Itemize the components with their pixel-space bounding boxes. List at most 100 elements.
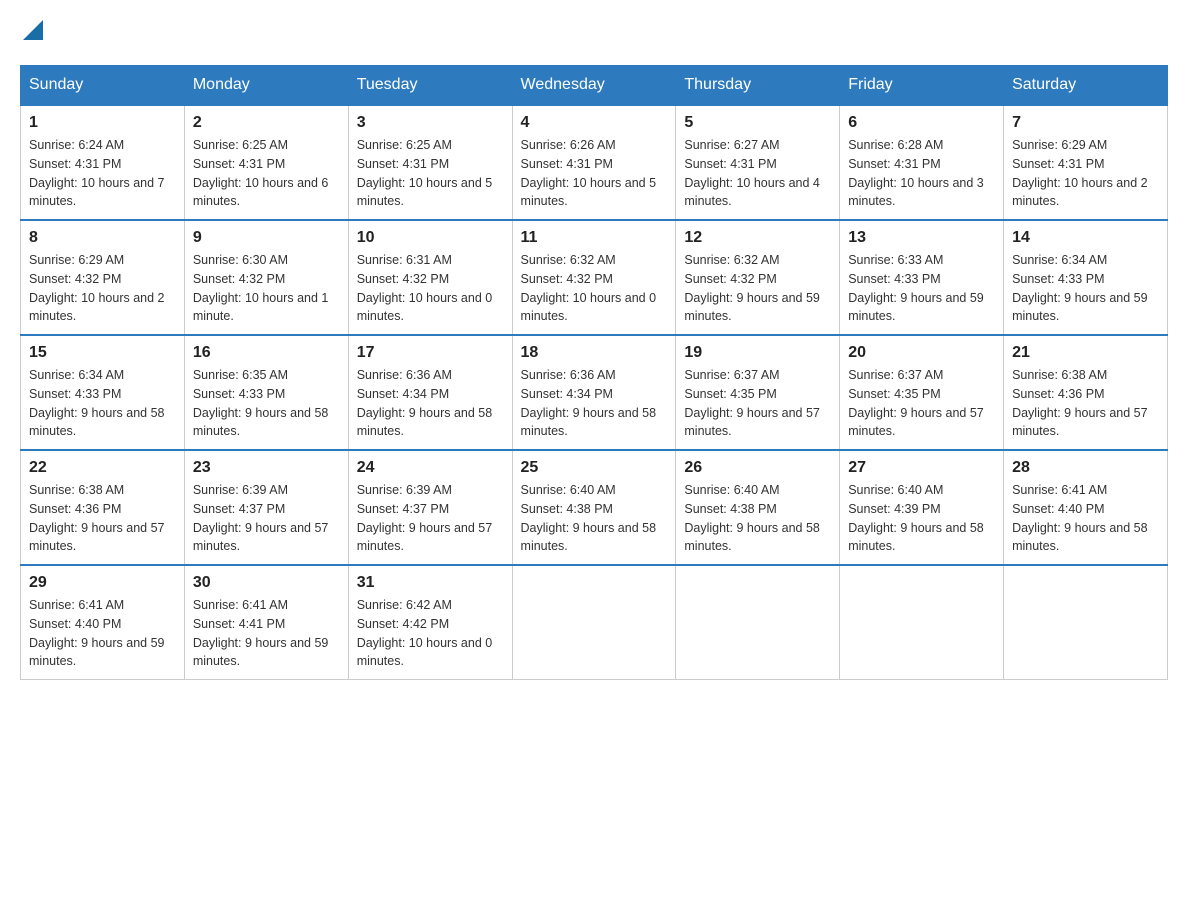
day-info: Sunrise: 6:25 AMSunset: 4:31 PMDaylight:… bbox=[357, 136, 504, 211]
week-row-3: 15Sunrise: 6:34 AMSunset: 4:33 PMDayligh… bbox=[21, 335, 1168, 450]
day-number: 11 bbox=[521, 229, 668, 247]
day-number: 9 bbox=[193, 229, 340, 247]
day-info: Sunrise: 6:40 AMSunset: 4:39 PMDaylight:… bbox=[848, 481, 995, 556]
day-number: 2 bbox=[193, 114, 340, 132]
calendar-cell: 25 Sunrise: 6:40 AMSunset: 4:38 PMDayligh… bbox=[512, 450, 676, 565]
calendar-cell: 14Sunrise: 6:34 AMSunset: 4:33 PMDayligh… bbox=[1004, 220, 1168, 335]
calendar-cell: 1Sunrise: 6:24 AMSunset: 4:31 PMDaylight… bbox=[21, 105, 185, 220]
calendar-cell: 4 Sunrise: 6:26 AMSunset: 4:31 PMDaylight… bbox=[512, 105, 676, 220]
col-header-friday: Friday bbox=[840, 66, 1004, 106]
day-number: 4 bbox=[521, 114, 668, 132]
day-number: 14 bbox=[1012, 229, 1159, 247]
day-number: 28 bbox=[1012, 459, 1159, 477]
col-header-saturday: Saturday bbox=[1004, 66, 1168, 106]
calendar-cell bbox=[512, 565, 676, 680]
day-number: 1 bbox=[29, 114, 176, 132]
week-row-2: 8 Sunrise: 6:29 AMSunset: 4:32 PMDaylight… bbox=[21, 220, 1168, 335]
day-number: 3 bbox=[357, 114, 504, 132]
calendar-table: SundayMondayTuesdayWednesdayThursdayFrid… bbox=[20, 65, 1168, 680]
week-row-4: 22 Sunrise: 6:38 AMSunset: 4:36 PMDayligh… bbox=[21, 450, 1168, 565]
calendar-cell: 8 Sunrise: 6:29 AMSunset: 4:32 PMDaylight… bbox=[21, 220, 185, 335]
logo-triangle-icon bbox=[23, 20, 43, 40]
calendar-cell: 28 Sunrise: 6:41 AMSunset: 4:40 PMDayligh… bbox=[1004, 450, 1168, 565]
day-info: Sunrise: 6:31 AMSunset: 4:32 PMDaylight:… bbox=[357, 251, 504, 326]
col-header-monday: Monday bbox=[184, 66, 348, 106]
calendar-cell: 20 Sunrise: 6:37 AMSunset: 4:35 PMDayligh… bbox=[840, 335, 1004, 450]
day-info: Sunrise: 6:35 AMSunset: 4:33 PMDaylight:… bbox=[193, 366, 340, 441]
day-info: Sunrise: 6:36 AMSunset: 4:34 PMDaylight:… bbox=[357, 366, 504, 441]
calendar-cell: 24Sunrise: 6:39 AMSunset: 4:37 PMDayligh… bbox=[348, 450, 512, 565]
calendar-cell bbox=[676, 565, 840, 680]
day-number: 15 bbox=[29, 344, 176, 362]
day-info: Sunrise: 6:41 AMSunset: 4:41 PMDaylight:… bbox=[193, 596, 340, 671]
calendar-cell: 27 Sunrise: 6:40 AMSunset: 4:39 PMDayligh… bbox=[840, 450, 1004, 565]
day-info: Sunrise: 6:37 AMSunset: 4:35 PMDaylight:… bbox=[684, 366, 831, 441]
day-number: 16 bbox=[193, 344, 340, 362]
day-info: Sunrise: 6:32 AMSunset: 4:32 PMDaylight:… bbox=[521, 251, 668, 326]
day-info: Sunrise: 6:25 AMSunset: 4:31 PMDaylight:… bbox=[193, 136, 340, 211]
day-info: Sunrise: 6:28 AMSunset: 4:31 PMDaylight:… bbox=[848, 136, 995, 211]
day-number: 20 bbox=[848, 344, 995, 362]
col-header-sunday: Sunday bbox=[21, 66, 185, 106]
day-number: 31 bbox=[357, 574, 504, 592]
day-number: 8 bbox=[29, 229, 176, 247]
day-info: Sunrise: 6:33 AMSunset: 4:33 PMDaylight:… bbox=[848, 251, 995, 326]
day-info: Sunrise: 6:37 AMSunset: 4:35 PMDaylight:… bbox=[848, 366, 995, 441]
day-info: Sunrise: 6:40 AMSunset: 4:38 PMDaylight:… bbox=[521, 481, 668, 556]
day-info: Sunrise: 6:41 AMSunset: 4:40 PMDaylight:… bbox=[1012, 481, 1159, 556]
header-row: SundayMondayTuesdayWednesdayThursdayFrid… bbox=[21, 66, 1168, 106]
col-header-thursday: Thursday bbox=[676, 66, 840, 106]
day-number: 27 bbox=[848, 459, 995, 477]
day-number: 30 bbox=[193, 574, 340, 592]
day-number: 5 bbox=[684, 114, 831, 132]
calendar-cell: 13 Sunrise: 6:33 AMSunset: 4:33 PMDayligh… bbox=[840, 220, 1004, 335]
calendar-cell bbox=[840, 565, 1004, 680]
calendar-cell: 21 Sunrise: 6:38 AMSunset: 4:36 PMDayligh… bbox=[1004, 335, 1168, 450]
day-number: 12 bbox=[684, 229, 831, 247]
day-info: Sunrise: 6:26 AMSunset: 4:31 PMDaylight:… bbox=[521, 136, 668, 211]
day-number: 19 bbox=[684, 344, 831, 362]
calendar-cell: 26Sunrise: 6:40 AMSunset: 4:38 PMDayligh… bbox=[676, 450, 840, 565]
calendar-cell: 17 Sunrise: 6:36 AMSunset: 4:34 PMDayligh… bbox=[348, 335, 512, 450]
calendar-cell: 15Sunrise: 6:34 AMSunset: 4:33 PMDayligh… bbox=[21, 335, 185, 450]
day-info: Sunrise: 6:39 AMSunset: 4:37 PMDaylight:… bbox=[357, 481, 504, 556]
day-info: Sunrise: 6:27 AMSunset: 4:31 PMDaylight:… bbox=[684, 136, 831, 211]
day-info: Sunrise: 6:32 AMSunset: 4:32 PMDaylight:… bbox=[684, 251, 831, 326]
day-number: 17 bbox=[357, 344, 504, 362]
calendar-cell bbox=[1004, 565, 1168, 680]
day-info: Sunrise: 6:30 AMSunset: 4:32 PMDaylight:… bbox=[193, 251, 340, 326]
week-row-1: 1Sunrise: 6:24 AMSunset: 4:31 PMDaylight… bbox=[21, 105, 1168, 220]
calendar-cell: 30 Sunrise: 6:41 AMSunset: 4:41 PMDayligh… bbox=[184, 565, 348, 680]
day-number: 21 bbox=[1012, 344, 1159, 362]
day-number: 10 bbox=[357, 229, 504, 247]
day-number: 22 bbox=[29, 459, 176, 477]
calendar-cell: 9 Sunrise: 6:30 AMSunset: 4:32 PMDaylight… bbox=[184, 220, 348, 335]
calendar-cell: 12 Sunrise: 6:32 AMSunset: 4:32 PMDayligh… bbox=[676, 220, 840, 335]
day-info: Sunrise: 6:29 AMSunset: 4:32 PMDaylight:… bbox=[29, 251, 176, 326]
calendar-cell: 16 Sunrise: 6:35 AMSunset: 4:33 PMDayligh… bbox=[184, 335, 348, 450]
logo bbox=[20, 20, 43, 45]
day-info: Sunrise: 6:36 AMSunset: 4:34 PMDaylight:… bbox=[521, 366, 668, 441]
calendar-cell: 10 Sunrise: 6:31 AMSunset: 4:32 PMDayligh… bbox=[348, 220, 512, 335]
day-info: Sunrise: 6:41 AMSunset: 4:40 PMDaylight:… bbox=[29, 596, 176, 671]
day-info: Sunrise: 6:38 AMSunset: 4:36 PMDaylight:… bbox=[1012, 366, 1159, 441]
calendar-cell: 22 Sunrise: 6:38 AMSunset: 4:36 PMDayligh… bbox=[21, 450, 185, 565]
day-number: 7 bbox=[1012, 114, 1159, 132]
day-info: Sunrise: 6:38 AMSunset: 4:36 PMDaylight:… bbox=[29, 481, 176, 556]
day-number: 23 bbox=[193, 459, 340, 477]
day-info: Sunrise: 6:39 AMSunset: 4:37 PMDaylight:… bbox=[193, 481, 340, 556]
calendar-cell: 11 Sunrise: 6:32 AMSunset: 4:32 PMDayligh… bbox=[512, 220, 676, 335]
day-number: 25 bbox=[521, 459, 668, 477]
col-header-wednesday: Wednesday bbox=[512, 66, 676, 106]
page-header bbox=[20, 20, 1168, 45]
calendar-cell: 2 Sunrise: 6:25 AMSunset: 4:31 PMDaylight… bbox=[184, 105, 348, 220]
calendar-cell: 23 Sunrise: 6:39 AMSunset: 4:37 PMDayligh… bbox=[184, 450, 348, 565]
col-header-tuesday: Tuesday bbox=[348, 66, 512, 106]
day-number: 6 bbox=[848, 114, 995, 132]
calendar-cell: 29Sunrise: 6:41 AMSunset: 4:40 PMDayligh… bbox=[21, 565, 185, 680]
day-info: Sunrise: 6:29 AMSunset: 4:31 PMDaylight:… bbox=[1012, 136, 1159, 211]
day-number: 18 bbox=[521, 344, 668, 362]
calendar-cell: 19 Sunrise: 6:37 AMSunset: 4:35 PMDayligh… bbox=[676, 335, 840, 450]
day-number: 13 bbox=[848, 229, 995, 247]
calendar-cell: 6 Sunrise: 6:28 AMSunset: 4:31 PMDaylight… bbox=[840, 105, 1004, 220]
